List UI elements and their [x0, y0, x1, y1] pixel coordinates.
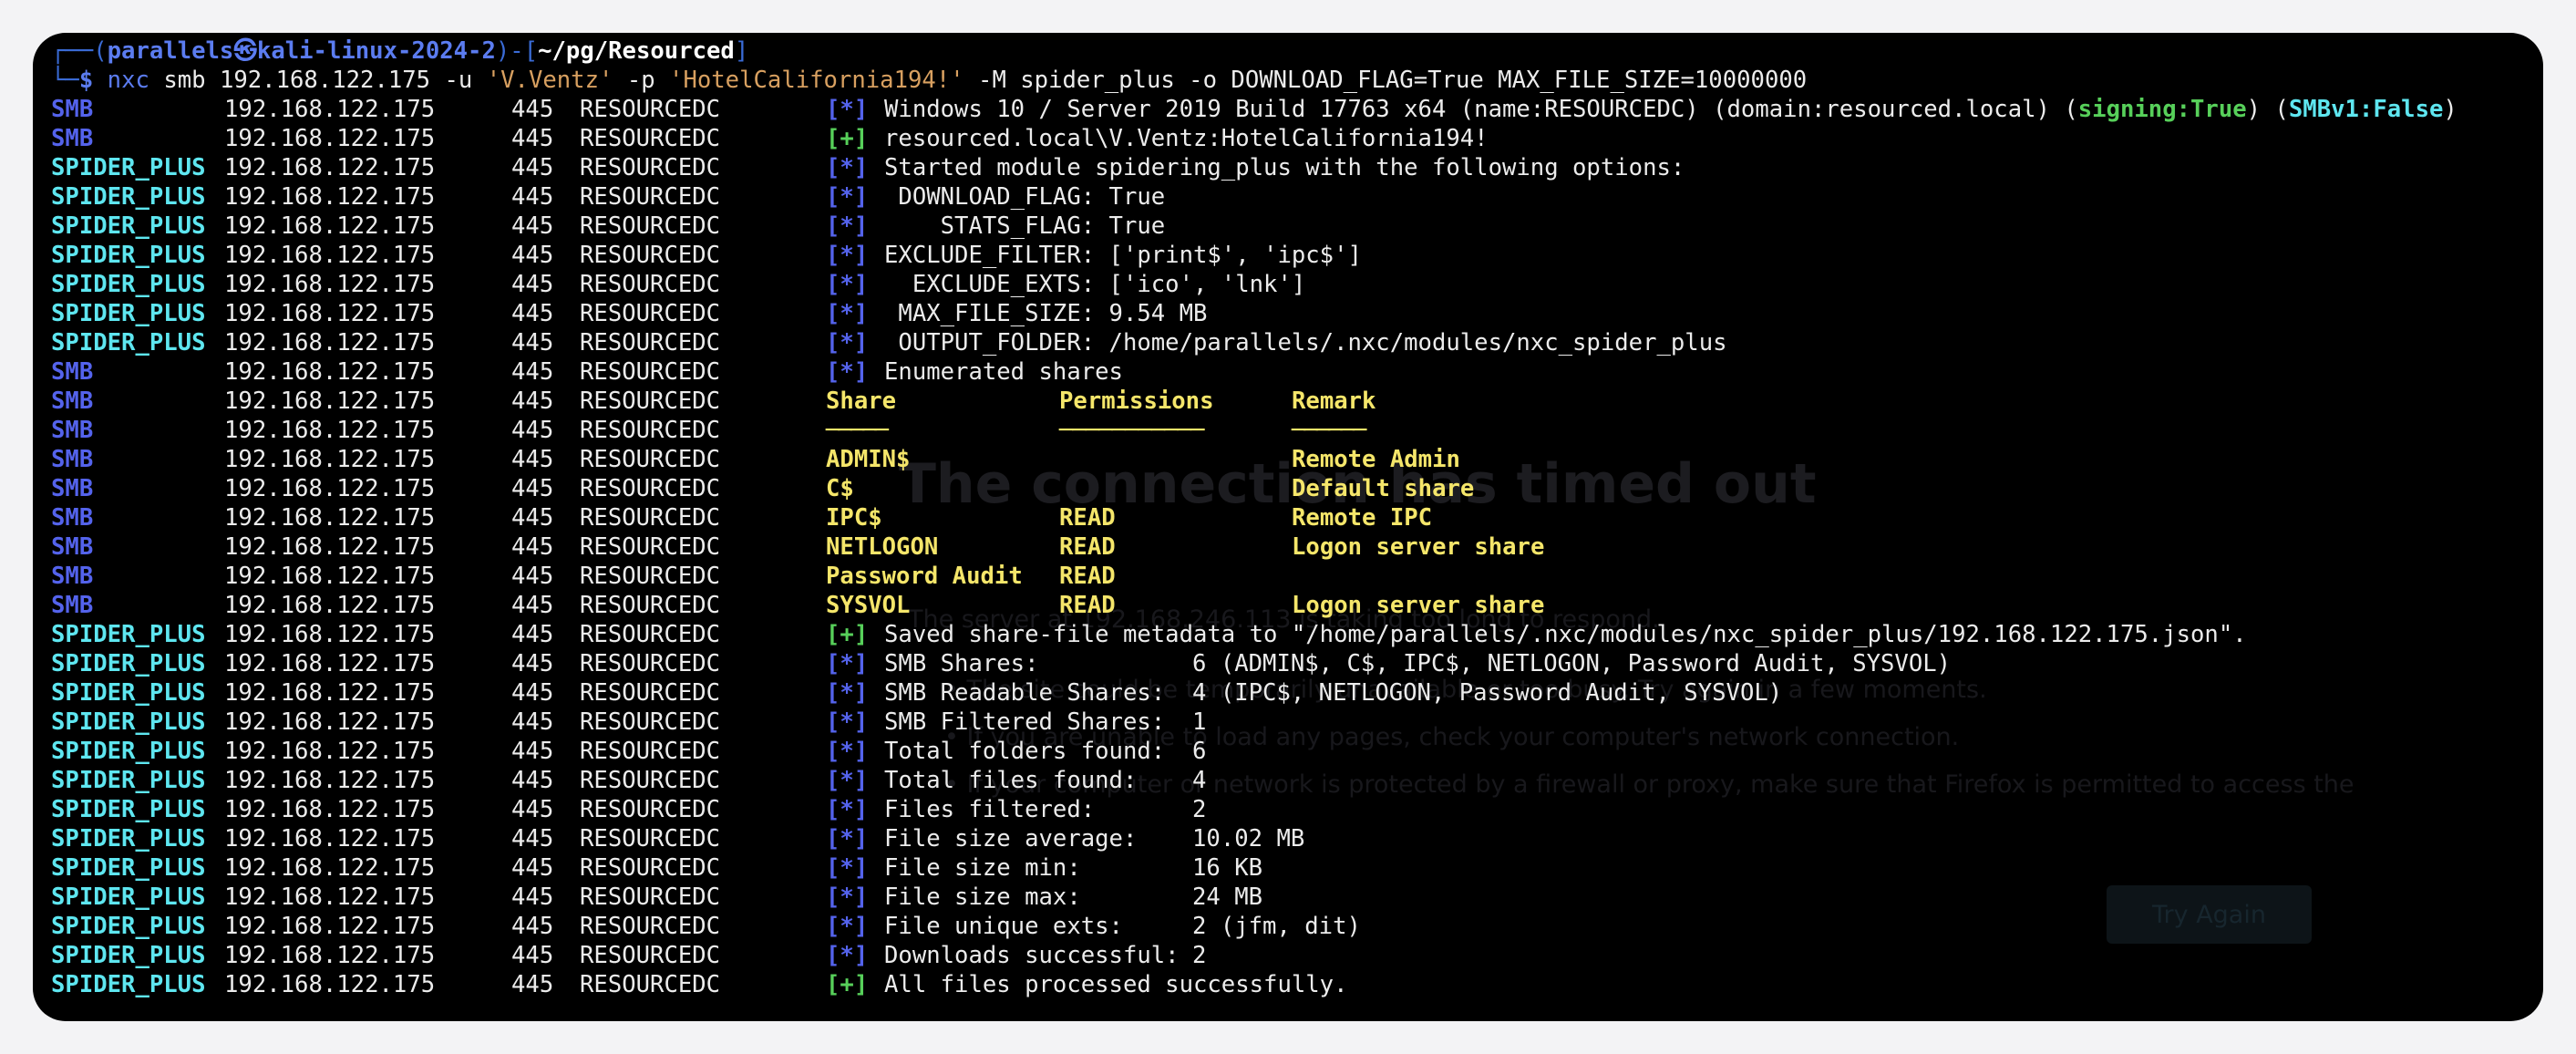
output-line: SPIDER_PLUS 192.168.122.175 445 RESOURCEDC[… — [51, 154, 1685, 181]
shares-table-row: SMB 192.168.122.175 445 RESOURCEDC SYSVOL REA… — [51, 592, 1545, 619]
terminal-window[interactable]: The connection has timed out The server … — [33, 33, 2543, 1021]
output-line: SPIDER_PLUS 192.168.122.175 445 RESOURCEDC[… — [51, 212, 1166, 240]
prompt-line: ┌──(parallels㉿kali-linux-2024-2)-[~/pg/R… — [51, 37, 749, 65]
output-line: SPIDER_PLUS 192.168.122.175 445 RESOURCEDC[… — [51, 271, 1306, 298]
stats-line: SPIDER_PLUS 192.168.122.175 445 RESOURCEDC[… — [51, 708, 1207, 736]
stats-line: SPIDER_PLUS 192.168.122.175 445 RESOURCEDC[… — [51, 942, 1207, 969]
stats-line: SPIDER_PLUS 192.168.122.175 445 RESOURCEDC[… — [51, 825, 1305, 852]
stats-line: SPIDER_PLUS 192.168.122.175 445 RESOURCEDC[… — [51, 767, 1207, 794]
shares-table-row: SMB 192.168.122.175 445 RESOURCEDC Password … — [51, 563, 1116, 590]
output-line: SPIDER_PLUS 192.168.122.175 445 RESOURCEDC[… — [51, 621, 2247, 648]
shares-table-row: SMB 192.168.122.175 445 RESOURCEDC IPC$ READ R… — [51, 504, 1433, 532]
shares-table-rule: SMB 192.168.122.175 445 RESOURCEDC ───── ────… — [51, 417, 1366, 444]
terminal-output[interactable]: ┌──(parallels㉿kali-linux-2024-2)-[~/pg/R… — [51, 36, 2525, 999]
stats-line: SPIDER_PLUS 192.168.122.175 445 RESOURCEDC[… — [51, 679, 1783, 707]
shares-table-row: SMB 192.168.122.175 445 RESOURCEDC ADMIN$ Rem… — [51, 446, 1460, 473]
stats-line: SPIDER_PLUS 192.168.122.175 445 RESOURCEDC[… — [51, 650, 1952, 677]
command-username: 'V.Ventz' — [486, 67, 613, 94]
prompt-user-host: parallels㉿kali-linux-2024-2 — [107, 37, 496, 65]
output-line: SPIDER_PLUS 192.168.122.175 445 RESOURCEDC[… — [51, 242, 1362, 269]
output-line: SPIDER_PLUS 192.168.122.175 445 RESOURCEDC[… — [51, 971, 1348, 998]
stats-line: SPIDER_PLUS 192.168.122.175 445 RESOURCEDC[… — [51, 854, 1263, 882]
output-line: SPIDER_PLUS 192.168.122.175 445 RESOURCEDC[… — [51, 183, 1166, 211]
command-binary: nxc — [107, 67, 149, 94]
output-line: SPIDER_PLUS 192.168.122.175 445 RESOURCEDC[… — [51, 329, 1727, 356]
prompt-dollar: $ — [78, 67, 94, 94]
stats-line: SPIDER_PLUS 192.168.122.175 445 RESOURCEDC[… — [51, 796, 1207, 823]
command-line: └─$ nxc smb 192.168.122.175 -u 'V.Ventz'… — [51, 67, 1808, 94]
stats-line: SPIDER_PLUS 192.168.122.175 445 RESOURCEDC[… — [51, 738, 1207, 765]
stats-line: SPIDER_PLUS 192.168.122.175 445 RESOURCEDC[… — [51, 913, 1361, 940]
shares-table-header: SMB 192.168.122.175 445 RESOURCEDC Share Perm… — [51, 388, 1376, 415]
shares-table-row: SMB 192.168.122.175 445 RESOURCEDC C$ Default… — [51, 475, 1475, 502]
stats-line: SPIDER_PLUS 192.168.122.175 445 RESOURCEDC[… — [51, 884, 1263, 911]
shares-table-row: SMB 192.168.122.175 445 RESOURCEDC NETLOGON R… — [51, 533, 1545, 561]
output-line: SMB 192.168.122.175 445 RESOURCEDC [*] Enumer… — [51, 358, 1123, 386]
output-line: SMB 192.168.122.175 445 RESOURCEDC [*] W… — [51, 96, 2458, 123]
output-line: SPIDER_PLUS 192.168.122.175 445 RESOURCEDC[… — [51, 300, 1208, 327]
prompt-path: ~/pg/Resourced — [538, 37, 735, 65]
output-line: SMB 192.168.122.175 445 RESOURCEDC [+] r… — [51, 125, 1489, 152]
command-password: 'HotelCalifornia194!' — [669, 67, 964, 94]
